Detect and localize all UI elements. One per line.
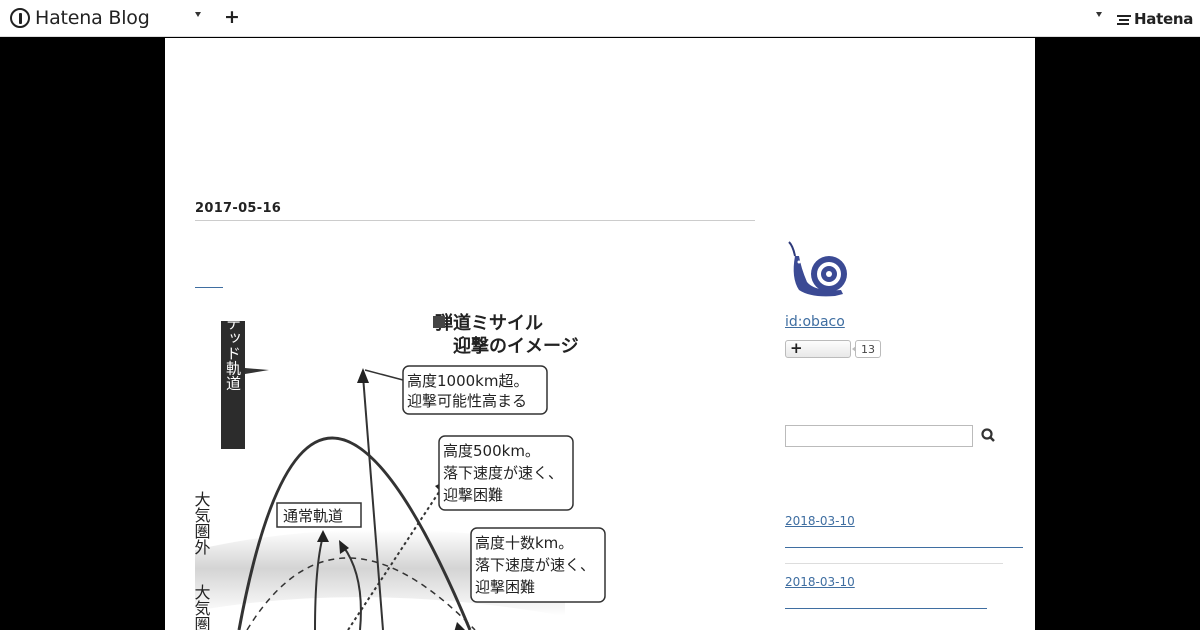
plus-icon: + (790, 339, 803, 357)
menu-dropdown-icon[interactable] (195, 12, 201, 17)
user-menu-dropdown-icon[interactable] (1096, 12, 1102, 17)
callout2-line1: 高度500km。 (443, 442, 540, 460)
user-id-link[interactable]: id:obaco (785, 314, 845, 330)
recent-entry-title-link[interactable] (785, 547, 1023, 548)
search-input[interactable] (785, 425, 973, 447)
search-icon[interactable] (980, 427, 998, 445)
recent-entry-title-link[interactable] (785, 608, 987, 609)
atmosphere-inside-label: 大気圏 (195, 584, 211, 630)
callout3-line1: 高度十数km。 (475, 534, 573, 552)
blog-content-area: 2017-05-16 ロフテッド軌道 弾道ミサイル 迎撃のイメージ 高度1000… (165, 38, 1035, 630)
callout1-line1: 高度1000km超。 (407, 372, 528, 390)
callout3-line3: 迎撃困難 (475, 578, 535, 596)
figure-title-line1: 弾道ミサイル (435, 312, 543, 334)
callout2-line3: 迎撃困難 (443, 486, 503, 504)
figure-title-line2: 迎撃のイメージ (453, 335, 579, 357)
recent-entry-date[interactable]: 2018-03-10 (785, 575, 855, 589)
atmosphere-outside-label: 大気圏外 (195, 491, 211, 555)
callout2-line2: 落下速度が速く、 (443, 464, 563, 482)
subscribe-button[interactable]: + (785, 339, 851, 358)
snail-avatar-icon[interactable] (785, 238, 849, 302)
callout3-line2: 落下速度が速く、 (475, 556, 595, 574)
callout1-line2: 迎撃可能性高まる (407, 392, 527, 410)
hatena-blog-logo[interactable]: Hatena Blog (10, 7, 150, 29)
global-header: Hatena Blog + Hatena (0, 0, 1200, 37)
hatena-logo-text: Hatena (1134, 10, 1194, 28)
entry-title-link[interactable] (195, 287, 223, 288)
hatena-stripes-icon (1117, 14, 1131, 25)
hatena-blog-logo-icon (10, 8, 30, 28)
missile-intercept-figure: ロフテッド軌道 弾道ミサイル 迎撃のイメージ 高度1000km超。 迎撃可能性高… (195, 306, 615, 630)
plus-icon[interactable]: + (224, 6, 240, 28)
normal-orbit-label: 通常軌道 (283, 507, 343, 525)
lofted-orbit-label: ロフテッド軌道 (224, 306, 242, 391)
date-divider (195, 220, 755, 221)
recent-entry-date[interactable]: 2018-03-10 (785, 514, 855, 528)
entry-date[interactable]: 2017-05-16 (195, 201, 281, 216)
brand-text: Hatena Blog (35, 7, 150, 29)
recent-entry-divider (785, 563, 1003, 564)
reader-count-badge: 13 (852, 340, 881, 358)
hatena-logo[interactable]: Hatena (1117, 10, 1193, 28)
